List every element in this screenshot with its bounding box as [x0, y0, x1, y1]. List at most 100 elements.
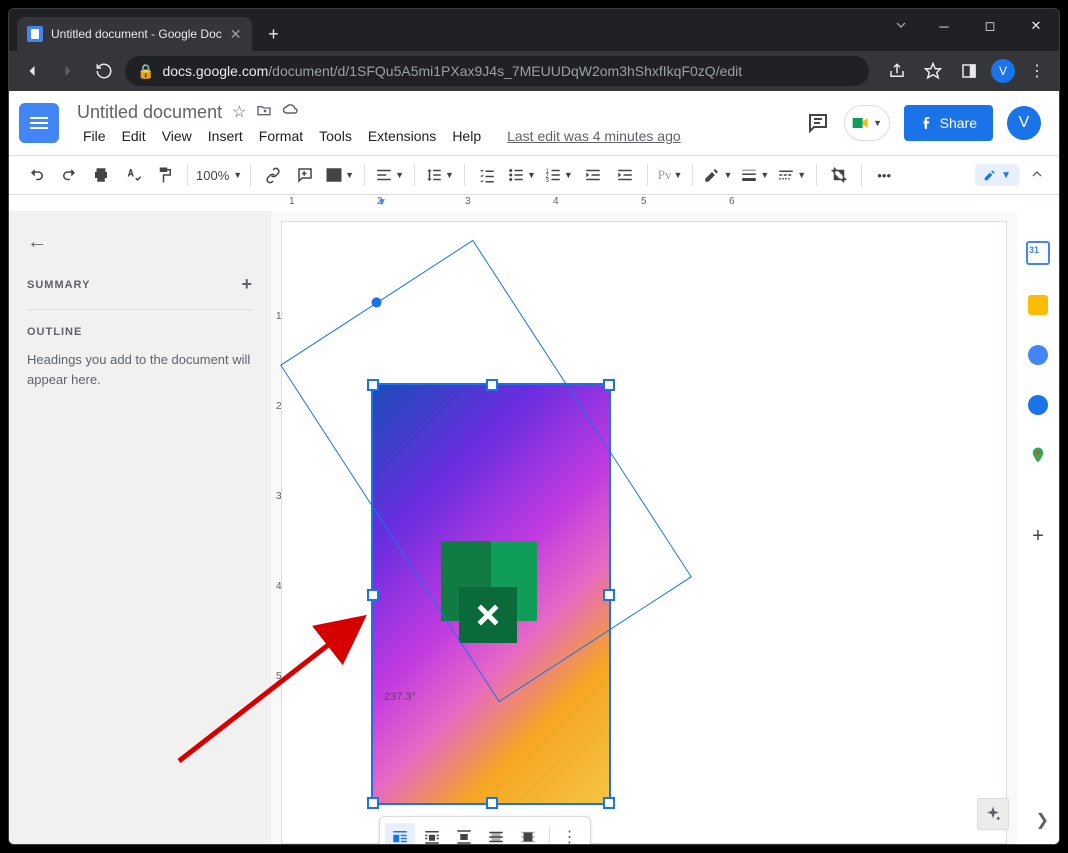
font-placeholder[interactable]: Pv▼	[656, 162, 685, 188]
front-text-button[interactable]	[513, 823, 543, 845]
line-spacing-button[interactable]: ▼	[423, 162, 456, 188]
align-button[interactable]: ▼	[373, 162, 406, 188]
reading-list-icon[interactable]	[955, 57, 983, 85]
crop-image-button[interactable]	[825, 162, 853, 188]
docs-logo-icon[interactable]	[19, 103, 59, 143]
decrease-indent-button[interactable]	[579, 162, 607, 188]
image-overlay-icon	[441, 541, 537, 645]
lock-icon: 🔒	[137, 63, 154, 80]
profile-avatar[interactable]: V	[991, 59, 1015, 83]
reload-button[interactable]	[89, 56, 119, 86]
share-button[interactable]: Share	[904, 105, 993, 141]
explore-button[interactable]	[977, 798, 1009, 830]
last-edit-link[interactable]: Last edit was 4 minutes ago	[501, 126, 687, 146]
indent-marker-icon[interactable]: ▼	[377, 197, 387, 208]
increase-indent-button[interactable]	[611, 162, 639, 188]
rotation-angle-label: 237.3°	[384, 691, 416, 703]
menu-insert[interactable]: Insert	[202, 126, 249, 146]
move-icon[interactable]	[256, 102, 272, 123]
editing-mode-button[interactable]: ▼	[975, 164, 1019, 186]
horizontal-ruler[interactable]: 1 2 3 4 5 6 ▼	[9, 195, 1059, 212]
close-tab-icon[interactable]: ✕	[230, 26, 242, 43]
toolbar-overflow-button[interactable]: •••	[870, 162, 898, 188]
border-color-button[interactable]: ▼	[701, 162, 734, 188]
spellcheck-button[interactable]	[119, 162, 147, 188]
close-window-button[interactable]: ✕	[1013, 9, 1059, 43]
resize-handle-mr[interactable]	[603, 589, 615, 601]
outline-back-button[interactable]: ←	[27, 231, 253, 254]
border-weight-button[interactable]: ▼	[738, 162, 771, 188]
browser-window: Untitled document - Google Doc ✕ + ─ ◻ ✕…	[8, 8, 1060, 845]
menu-view[interactable]: View	[156, 126, 198, 146]
add-comment-button[interactable]	[291, 162, 319, 188]
checklist-button[interactable]	[473, 162, 501, 188]
docs-app: Untitled document ☆ File Edit View Inser…	[9, 91, 1059, 844]
image-options-more-button[interactable]: ⋮	[556, 823, 586, 845]
cloud-status-icon[interactable]	[282, 101, 300, 124]
numbered-list-button[interactable]: 123▼	[542, 162, 575, 188]
add-summary-button[interactable]: +	[241, 274, 253, 295]
star-icon[interactable]: ☆	[232, 102, 246, 122]
window-controls: ─ ◻ ✕	[921, 9, 1059, 43]
browser-tab[interactable]: Untitled document - Google Doc ✕	[17, 17, 252, 51]
bookmark-icon[interactable]	[919, 57, 947, 85]
new-tab-button[interactable]: +	[260, 20, 288, 48]
menu-tools[interactable]: Tools	[313, 126, 358, 146]
svg-text:3: 3	[545, 178, 549, 184]
print-button[interactable]	[87, 162, 115, 188]
resize-handle-tl[interactable]	[367, 379, 379, 391]
menu-edit[interactable]: Edit	[116, 126, 152, 146]
address-bar[interactable]: 🔒 docs.google.com/document/d/1SFQu5A5mi1…	[125, 56, 869, 86]
document-title[interactable]: Untitled document	[77, 102, 222, 123]
menu-help[interactable]: Help	[446, 126, 487, 146]
maximize-button[interactable]: ◻	[967, 9, 1013, 43]
tab-title: Untitled document - Google Doc	[51, 27, 222, 41]
menu-file[interactable]: File	[77, 126, 112, 146]
hide-menus-button[interactable]	[1029, 166, 1045, 185]
tasks-addon-icon[interactable]	[1028, 345, 1048, 365]
menu-format[interactable]: Format	[253, 126, 309, 146]
docs-header: Untitled document ☆ File Edit View Inser…	[9, 91, 1059, 155]
undo-button[interactable]	[23, 162, 51, 188]
url-domain: docs.google.com	[162, 63, 268, 79]
side-panel: + ❯	[1017, 211, 1059, 844]
url-path: /document/d/1SFQu5A5mi1PXax9J4s_7MEUUDqW…	[268, 63, 742, 79]
behind-text-button[interactable]	[481, 823, 511, 845]
border-dash-button[interactable]: ▼	[775, 162, 808, 188]
break-text-button[interactable]	[449, 823, 479, 845]
keep-addon-icon[interactable]	[1028, 295, 1048, 315]
menu-extensions[interactable]: Extensions	[362, 126, 442, 146]
formatting-toolbar: 100%▼ ▼ ▼ ▼ ▼ 123▼ Pv▼ ▼ ▼ ▼ •••	[9, 155, 1059, 195]
resize-handle-ml[interactable]	[367, 589, 379, 601]
share-page-icon[interactable]	[883, 57, 911, 85]
outline-empty-message: Headings you add to the document will ap…	[27, 350, 253, 389]
resize-handle-tm[interactable]	[486, 379, 498, 391]
meet-button[interactable]: ▼	[844, 105, 890, 141]
back-button[interactable]	[17, 56, 47, 86]
account-avatar[interactable]: V	[1007, 106, 1041, 140]
resize-handle-bm[interactable]	[486, 797, 498, 809]
bulleted-list-button[interactable]: ▼	[505, 162, 538, 188]
insert-image-button[interactable]: ▼	[323, 162, 356, 188]
resize-handle-br[interactable]	[603, 797, 615, 809]
redo-button[interactable]	[55, 162, 83, 188]
minimize-button[interactable]: ─	[921, 9, 967, 43]
calendar-addon-icon[interactable]	[1026, 241, 1050, 265]
image-options-toolbar: ⋮	[379, 816, 591, 845]
resize-handle-tr[interactable]	[603, 379, 615, 391]
maps-addon-icon[interactable]	[1028, 445, 1048, 465]
zoom-select[interactable]: 100%▼	[196, 168, 242, 183]
forward-button[interactable]	[53, 56, 83, 86]
paint-format-button[interactable]	[151, 162, 179, 188]
comments-icon[interactable]	[806, 111, 830, 135]
contacts-addon-icon[interactable]	[1028, 395, 1048, 415]
wrap-inline-button[interactable]	[385, 823, 415, 845]
outline-panel: ← SUMMARY + OUTLINE Headings you add to …	[9, 211, 271, 844]
browser-menu-icon[interactable]: ⋮	[1023, 57, 1051, 85]
show-side-panel-button[interactable]: ❯	[1036, 810, 1049, 830]
resize-handle-bl[interactable]	[367, 797, 379, 809]
wrap-text-button[interactable]	[417, 823, 447, 845]
tabs-dropdown-icon[interactable]	[893, 17, 909, 36]
insert-link-button[interactable]	[259, 162, 287, 188]
get-addons-button[interactable]: +	[1032, 525, 1044, 548]
